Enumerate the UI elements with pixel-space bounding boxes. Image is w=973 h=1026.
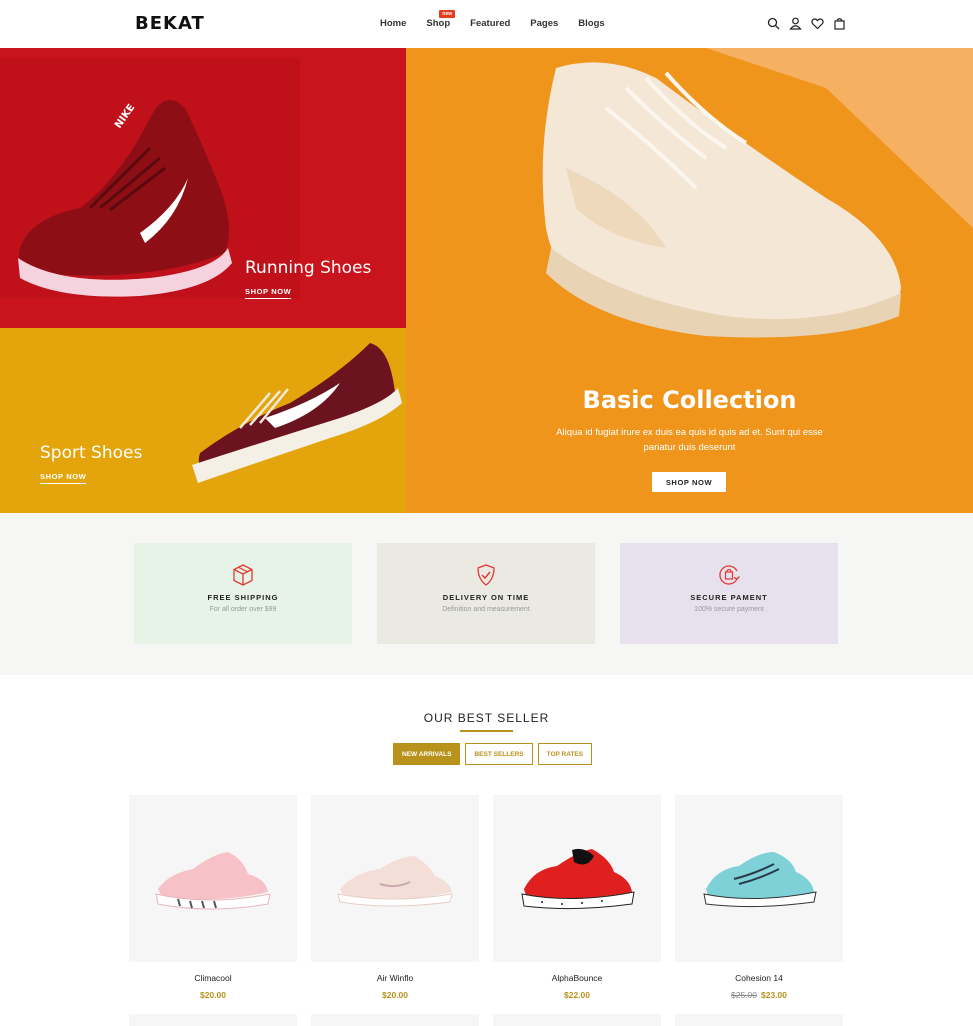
product-card-next-row <box>675 1014 843 1026</box>
running-shoe-image: NIKE <box>0 58 300 298</box>
box-icon <box>233 564 253 586</box>
nav-home[interactable]: Home <box>380 18 406 29</box>
running-shop-now-link[interactable]: SHOP NOW <box>245 287 292 299</box>
brand-logo[interactable]: BEKAT <box>135 13 205 34</box>
main-nav: Home Shop new Featured Pages Blogs <box>380 10 605 29</box>
basic-collection-shoe-image <box>542 48 973 338</box>
product-name[interactable]: AlphaBounce <box>493 973 661 983</box>
tab-best-sellers[interactable]: BEST SELLERS <box>465 743 533 765</box>
site-header: BEKAT Home Shop new Featured Pages Blogs <box>0 0 973 48</box>
nav-blogs[interactable]: Blogs <box>578 18 604 29</box>
new-badge: new <box>439 10 456 18</box>
product-card[interactable]: Climacool $20.00 <box>129 795 297 1000</box>
product-card[interactable]: Air Winflo $20.00 <box>311 795 479 1000</box>
sport-shoes-panel[interactable]: Sport Shoes SHOP NOW <box>0 328 406 513</box>
product-card[interactable]: AlphaBounce $22.00 <box>493 795 661 1000</box>
feature-title: SECURE PAMENT <box>690 593 768 602</box>
title-underline <box>460 730 513 732</box>
product-name[interactable]: Climacool <box>129 973 297 983</box>
product-image[interactable] <box>129 795 297 962</box>
bag-icon[interactable] <box>833 17 846 30</box>
nav-featured[interactable]: Featured <box>470 18 510 29</box>
basic-collection-title: Basic Collection <box>582 386 797 414</box>
feature-secure-payment: SECURE PAMENT 100% secure payment <box>620 543 838 644</box>
product-name[interactable]: Cohesion 14 <box>675 973 843 983</box>
product-card-next-row <box>129 1014 297 1026</box>
feature-title: FREE SHIPPING <box>207 593 279 602</box>
sport-shoe-image <box>192 343 402 483</box>
hero-banner: NIKE Running Shoes SHOP NOW Sport Shoes … <box>0 48 973 513</box>
nav-shop[interactable]: Shop new <box>426 10 456 29</box>
feature-subtitle: 100% secure payment <box>694 606 764 613</box>
secure-payment-icon <box>719 565 740 585</box>
basic-collection-panel[interactable]: Basic Collection Aliqua id fugiat irure … <box>406 48 973 513</box>
product-image[interactable] <box>675 795 843 962</box>
product-price: $20.00 <box>200 990 226 1000</box>
tab-new-arrivals[interactable]: NEW ARRIVALS <box>393 743 461 765</box>
product-price: $20.00 <box>382 990 408 1000</box>
feature-title: DELIVERY ON TIME <box>442 593 530 602</box>
product-price: $25.00 $23.00 <box>675 990 843 1000</box>
feature-subtitle: For all order over $99 <box>209 606 277 613</box>
shield-check-icon <box>477 564 495 586</box>
header-icons <box>767 17 846 30</box>
product-card[interactable]: Cohesion 14 $25.00 $23.00 <box>675 795 843 1000</box>
product-card-next-row <box>311 1014 479 1026</box>
feature-delivery: DELIVERY ON TIME Definition and measurem… <box>377 543 595 644</box>
heart-icon[interactable] <box>811 17 824 30</box>
nav-pages[interactable]: Pages <box>530 18 558 29</box>
product-sale-price: $23.00 <box>761 990 787 1000</box>
best-seller-title: OUR BEST SELLER <box>423 711 550 725</box>
product-tabs: NEW ARRIVALS BEST SELLERS TOP RATES <box>393 743 593 765</box>
basic-collection-description: Aliqua id fugiat irure ex duis ea quis i… <box>556 427 823 453</box>
user-icon[interactable] <box>789 17 802 30</box>
running-shoes-panel[interactable]: NIKE Running Shoes SHOP NOW <box>0 48 406 328</box>
feature-free-shipping: FREE SHIPPING For all order over $99 <box>134 543 352 644</box>
product-name[interactable]: Air Winflo <box>311 973 479 983</box>
product-image[interactable] <box>311 795 479 962</box>
running-shoes-title: Running Shoes <box>245 258 372 278</box>
nav-shop-label: Shop <box>426 18 451 29</box>
product-image[interactable] <box>493 795 661 962</box>
features-section: FREE SHIPPING For all order over $99 DEL… <box>0 513 973 675</box>
feature-subtitle: Definition and measurement <box>442 606 530 613</box>
tab-top-rates[interactable]: TOP RATES <box>537 743 593 765</box>
product-price: $22.00 <box>564 990 590 1000</box>
sport-shoes-title: Sport Shoes <box>40 443 143 463</box>
search-icon[interactable] <box>767 17 780 30</box>
basic-shop-now-button[interactable]: SHOP NOW <box>652 472 726 492</box>
product-card-next-row <box>493 1014 661 1026</box>
product-grid: Climacool $20.00 Air Winflo $20.00 Alpha… <box>129 795 843 1000</box>
product-old-price: $25.00 <box>731 990 757 1000</box>
sport-shop-now-link[interactable]: SHOP NOW <box>40 472 87 484</box>
